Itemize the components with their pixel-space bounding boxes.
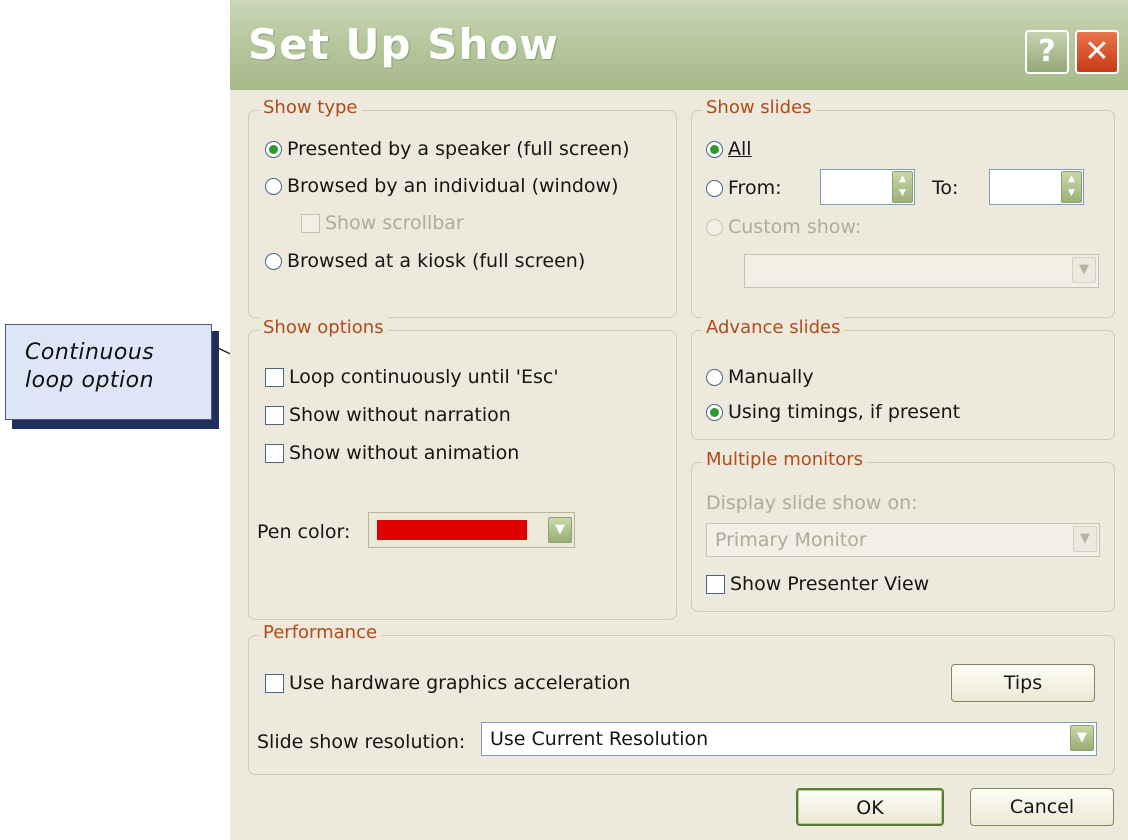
- show-slides-legend: Show slides: [702, 97, 816, 118]
- pen-color-swatch: [377, 520, 527, 540]
- checkbox-label: Use hardware graphics acceleration: [289, 672, 631, 694]
- radio-from-slides[interactable]: From:: [706, 177, 781, 199]
- radio-using-timings[interactable]: Using timings, if present: [706, 401, 960, 423]
- show-slides-group: Show slides All From: ▲ ▼ To: ▲ ▼ Custom s…: [691, 97, 1115, 318]
- radio-icon[interactable]: [706, 368, 723, 386]
- tips-button[interactable]: Tips: [951, 664, 1095, 702]
- to-spinner[interactable]: ▲ ▼: [989, 169, 1084, 205]
- radio-icon[interactable]: [706, 218, 723, 236]
- checkbox-icon[interactable]: [706, 574, 725, 594]
- resolution-label: Slide show resolution:: [257, 731, 466, 753]
- checkbox-without-narration[interactable]: Show without narration: [265, 404, 511, 426]
- checkbox-label: Show without narration: [289, 404, 511, 426]
- radio-label: Browsed by an individual (window): [287, 175, 619, 197]
- radio-label: Browsed at a kiosk (full screen): [287, 250, 586, 272]
- multiple-monitors-legend: Multiple monitors: [702, 449, 868, 470]
- radio-selected-icon[interactable]: [706, 403, 723, 421]
- radio-label: Using timings, if present: [728, 401, 961, 423]
- chevron-down-icon[interactable]: ▼: [1072, 257, 1096, 283]
- show-type-group: Show type Presented by a speaker (full s…: [248, 97, 677, 318]
- chevron-down-icon[interactable]: ▼: [1073, 526, 1097, 552]
- title-bar[interactable]: Set Up Show ? ✕: [230, 0, 1128, 90]
- radio-selected-icon[interactable]: [706, 140, 723, 158]
- radio-icon[interactable]: [265, 252, 282, 270]
- checkbox-without-animation[interactable]: Show without animation: [265, 442, 519, 464]
- dialog-body: Show type Presented by a speaker (full s…: [230, 90, 1128, 840]
- radio-browsed-by-individual[interactable]: Browsed by an individual (window): [265, 175, 619, 197]
- checkbox-label: Show scrollbar: [325, 212, 464, 234]
- checkbox-hardware-acceleration[interactable]: Use hardware graphics acceleration: [265, 672, 630, 694]
- show-options-group: Show options Loop continuously until 'Es…: [248, 317, 677, 620]
- resolution-value: Use Current Resolution: [490, 728, 709, 750]
- custom-show-dropdown[interactable]: ▼: [744, 254, 1099, 288]
- checkbox-icon[interactable]: [265, 443, 284, 463]
- checkbox-icon[interactable]: [301, 213, 320, 233]
- cancel-button[interactable]: Cancel: [970, 788, 1114, 826]
- chevron-down-icon[interactable]: ▼: [548, 517, 572, 543]
- radio-label: From:: [728, 177, 782, 199]
- callout-line-1: Continuous: [25, 340, 155, 365]
- checkbox-icon[interactable]: [265, 367, 284, 387]
- spinner-arrows-icon[interactable]: ▲ ▼: [1061, 171, 1082, 203]
- show-type-legend: Show type: [259, 97, 362, 118]
- checkbox-label: Show without animation: [289, 442, 520, 464]
- radio-label: All: [728, 138, 752, 160]
- checkbox-icon[interactable]: [265, 405, 284, 425]
- callout-line-2: loop option: [25, 368, 155, 393]
- multiple-monitors-group: Multiple monitors Display slide show on:…: [691, 449, 1115, 612]
- checkbox-loop-continuously[interactable]: Loop continuously until 'Esc': [265, 366, 559, 388]
- radio-label: Presented by a speaker (full screen): [287, 138, 630, 160]
- radio-custom-show[interactable]: Custom show:: [706, 216, 861, 238]
- radio-icon[interactable]: [706, 179, 723, 197]
- dialog-title: Set Up Show: [248, 20, 560, 69]
- ok-button[interactable]: OK: [796, 788, 944, 826]
- advance-slides-legend: Advance slides: [702, 317, 845, 338]
- help-button[interactable]: ?: [1025, 30, 1069, 74]
- chevron-down-icon[interactable]: ▼: [1070, 725, 1094, 751]
- to-label: To:: [932, 177, 959, 199]
- set-up-show-dialog: Set Up Show ? ✕ Show type Presented by a…: [230, 0, 1128, 840]
- display-slide-show-label: Display slide show on:: [706, 492, 918, 514]
- advance-slides-group: Advance slides Manually Using timings, i…: [691, 317, 1115, 440]
- radio-manually[interactable]: Manually: [706, 366, 814, 388]
- show-options-legend: Show options: [259, 317, 388, 338]
- checkbox-presenter-view[interactable]: Show Presenter View: [706, 573, 929, 595]
- checkbox-show-scrollbar[interactable]: Show scrollbar: [301, 212, 464, 234]
- callout-box: Continuous loop option: [5, 324, 212, 420]
- radio-presented-by-speaker[interactable]: Presented by a speaker (full screen): [265, 138, 630, 160]
- from-spinner[interactable]: ▲ ▼: [820, 169, 915, 205]
- radio-all-slides[interactable]: All: [706, 138, 752, 160]
- radio-label: Manually: [728, 366, 814, 388]
- radio-browsed-at-kiosk[interactable]: Browsed at a kiosk (full screen): [265, 250, 585, 272]
- monitor-dropdown[interactable]: Primary Monitor ▼: [706, 523, 1100, 557]
- performance-legend: Performance: [259, 622, 382, 643]
- radio-icon[interactable]: [265, 177, 282, 195]
- performance-group: Performance Use hardware graphics accele…: [248, 622, 1115, 775]
- checkbox-label: Show Presenter View: [730, 573, 930, 595]
- checkbox-label: Loop continuously until 'Esc': [289, 366, 559, 388]
- monitor-value: Primary Monitor: [715, 529, 867, 551]
- close-button[interactable]: ✕: [1075, 30, 1119, 74]
- pen-color-label: Pen color:: [257, 521, 351, 543]
- checkbox-icon[interactable]: [265, 673, 284, 693]
- resolution-dropdown[interactable]: Use Current Resolution ▼: [481, 722, 1097, 756]
- radio-label: Custom show:: [728, 216, 862, 238]
- radio-selected-icon[interactable]: [265, 140, 282, 158]
- pen-color-dropdown[interactable]: ▼: [368, 512, 575, 548]
- spinner-arrows-icon[interactable]: ▲ ▼: [892, 171, 913, 203]
